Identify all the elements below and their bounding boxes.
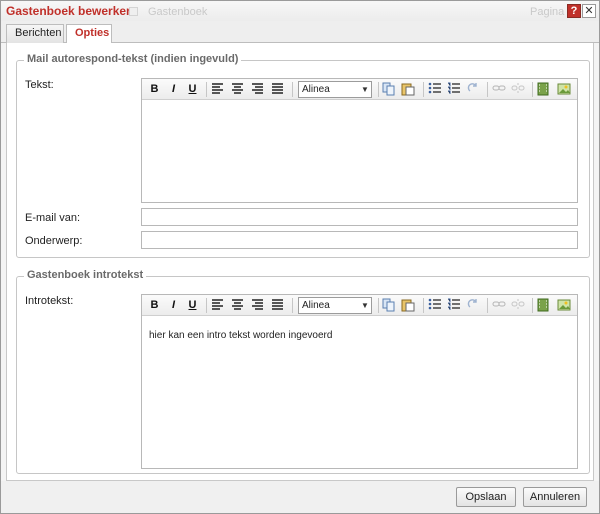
separator	[423, 298, 424, 313]
media-icon[interactable]	[537, 82, 552, 96]
autorespond-editor-content[interactable]	[142, 101, 577, 202]
media-icon[interactable]	[537, 298, 552, 312]
background-checkbox	[129, 7, 138, 16]
separator	[378, 82, 379, 97]
intro-editor-content[interactable]: hier kan een intro tekst worden ingevoer…	[142, 317, 577, 468]
align-justify-icon[interactable]	[271, 82, 286, 96]
cancel-button[interactable]: Annuleren	[523, 487, 587, 507]
dialog-title: Gastenboek bewerken	[6, 4, 134, 18]
subject-label: Onderwerp:	[25, 235, 83, 247]
subject-field[interactable]	[141, 231, 578, 249]
title-bar: Gastenboek bewerken Gastenboek Pagina ? …	[1, 1, 599, 21]
copy-icon[interactable]	[382, 82, 397, 96]
bold-button[interactable]: B	[147, 298, 162, 312]
autorespond-fieldset: Mail autorespond-tekst (indien ingevuld)…	[16, 53, 590, 258]
format-select-value: Alinea	[302, 300, 330, 311]
separator	[292, 82, 293, 97]
close-button[interactable]: ✕	[582, 4, 596, 18]
align-center-icon[interactable]	[231, 82, 246, 96]
paste-icon[interactable]	[401, 298, 416, 312]
copy-icon[interactable]	[382, 298, 397, 312]
background-text: Gastenboek	[148, 6, 208, 18]
bold-button[interactable]: B	[147, 82, 162, 96]
separator	[532, 298, 533, 313]
numbered-list-icon[interactable]	[447, 82, 462, 96]
unlink-icon[interactable]	[511, 298, 526, 312]
tab-berichten[interactable]: Berichten	[6, 24, 64, 43]
image-icon[interactable]	[557, 298, 572, 312]
chevron-down-icon: ▼	[361, 85, 369, 94]
edit-guestbook-dialog: Gastenboek bewerken Gastenboek Pagina ? …	[0, 0, 600, 514]
italic-button[interactable]: I	[166, 298, 181, 312]
separator	[378, 298, 379, 313]
intro-editor[interactable]: B I U Alinea ▼ hier kan een intro tekst …	[141, 294, 578, 469]
autorespond-legend: Mail autorespond-tekst (indien ingevuld)	[24, 53, 242, 65]
link-icon[interactable]	[492, 298, 507, 312]
separator	[292, 298, 293, 313]
email-field[interactable]	[141, 208, 578, 226]
dialog-footer: Opslaan Annuleren	[1, 481, 599, 513]
editor-toolbar: B I U Alinea ▼	[142, 295, 577, 316]
autorespond-editor[interactable]: B I U Alinea ▼	[141, 78, 578, 203]
align-center-icon[interactable]	[231, 298, 246, 312]
link-icon[interactable]	[492, 82, 507, 96]
separator	[206, 82, 207, 97]
align-left-icon[interactable]	[211, 298, 226, 312]
tekst-label: Tekst:	[25, 79, 54, 91]
separator	[487, 82, 488, 97]
tab-opties[interactable]: Opties	[66, 24, 112, 44]
align-right-icon[interactable]	[251, 82, 266, 96]
separator	[487, 298, 488, 313]
background-page-text: Pagina	[530, 6, 565, 18]
align-left-icon[interactable]	[211, 82, 226, 96]
format-select[interactable]: Alinea ▼	[298, 297, 372, 314]
redo-icon[interactable]	[467, 82, 482, 96]
tab-bar: Berichten Opties	[1, 21, 599, 44]
unlink-icon[interactable]	[511, 82, 526, 96]
separator	[206, 298, 207, 313]
intro-fieldset: Gastenboek introtekst Introtekst: B I U …	[16, 269, 590, 474]
separator	[423, 82, 424, 97]
italic-button[interactable]: I	[166, 82, 181, 96]
separator	[532, 82, 533, 97]
numbered-list-icon[interactable]	[447, 298, 462, 312]
bullet-list-icon[interactable]	[428, 82, 443, 96]
chevron-down-icon: ▼	[361, 301, 369, 310]
format-select-value: Alinea	[302, 84, 330, 95]
options-panel: Mail autorespond-tekst (indien ingevuld)…	[6, 43, 594, 481]
format-select[interactable]: Alinea ▼	[298, 81, 372, 98]
intro-legend: Gastenboek introtekst	[24, 269, 147, 281]
align-right-icon[interactable]	[251, 298, 266, 312]
image-icon[interactable]	[557, 82, 572, 96]
bullet-list-icon[interactable]	[428, 298, 443, 312]
paste-icon[interactable]	[401, 82, 416, 96]
redo-icon[interactable]	[467, 298, 482, 312]
intro-label: Introtekst:	[25, 295, 74, 307]
help-button[interactable]: ?	[567, 4, 581, 18]
underline-button[interactable]: U	[185, 82, 200, 96]
align-justify-icon[interactable]	[271, 298, 286, 312]
save-button[interactable]: Opslaan	[456, 487, 516, 507]
email-label: E-mail van:	[25, 212, 81, 224]
editor-toolbar: B I U Alinea ▼	[142, 79, 577, 100]
underline-button[interactable]: U	[185, 298, 200, 312]
